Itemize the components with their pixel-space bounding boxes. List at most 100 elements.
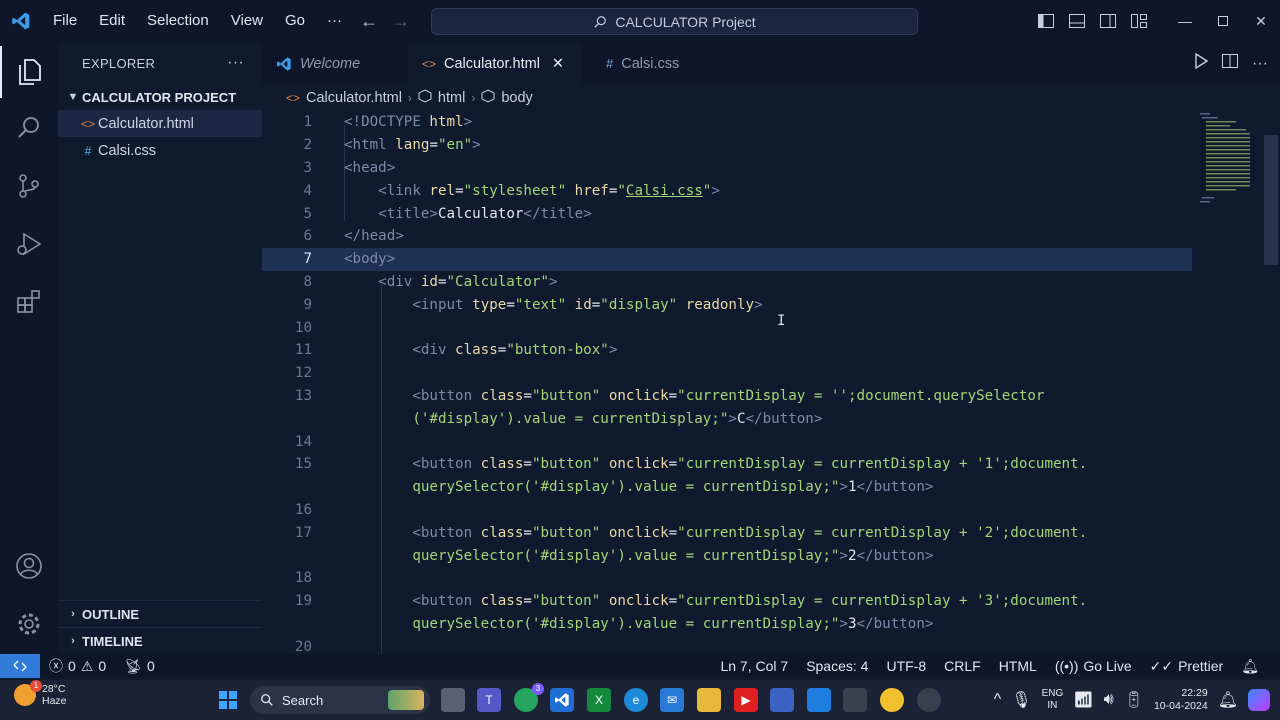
minimize-icon[interactable]: —: [1166, 0, 1204, 42]
language-mode[interactable]: HTML: [990, 658, 1046, 674]
outline-section[interactable]: › OUTLINE: [58, 600, 262, 627]
breadcrumb-item-file[interactable]: Calculator.html: [306, 90, 402, 106]
xbox-icon[interactable]: X: [587, 688, 611, 712]
code-line: 20: [262, 635, 1192, 654]
tok: button: [420, 524, 473, 541]
ports-indicator[interactable]: 📡︎ 0: [115, 658, 164, 675]
tok: html: [420, 114, 464, 131]
tok: "text": [514, 296, 567, 313]
battery-icon[interactable]: 🔋︎: [1124, 690, 1144, 710]
code-line: 12: [262, 362, 1192, 385]
tok: >: [924, 547, 934, 564]
menu-view[interactable]: View: [220, 0, 274, 42]
close-tab-icon[interactable]: ✕: [552, 56, 564, 72]
indentation[interactable]: Spaces: 4: [797, 658, 877, 674]
line-number: 15: [294, 456, 312, 473]
cursor-position[interactable]: Ln 7, Col 7: [711, 658, 797, 674]
prettier-button[interactable]: ✓✓ Prettier: [1141, 658, 1233, 675]
line-number: 12: [294, 365, 312, 382]
code-line: 9 <input type="text" id="display" readon…: [262, 293, 1192, 316]
volume-icon[interactable]: 🔊︎: [1104, 691, 1114, 709]
html-file-icon: <>: [422, 56, 437, 71]
mail-icon[interactable]: ✉: [660, 688, 684, 712]
maximize-icon[interactable]: [1204, 0, 1242, 42]
customize-layout-icon[interactable]: [1123, 0, 1154, 42]
run-debug-icon[interactable]: [0, 218, 58, 270]
explorer-more-icon[interactable]: ···: [227, 54, 244, 72]
breadcrumb-item-html[interactable]: html: [438, 90, 465, 106]
task-view-icon[interactable]: [441, 688, 465, 712]
tok[interactable]: Calsi.css: [626, 183, 703, 199]
run-icon[interactable]: [1194, 52, 1209, 74]
tok: <: [344, 159, 353, 176]
menu-file[interactable]: File: [42, 0, 88, 42]
teams-icon[interactable]: T: [477, 688, 501, 712]
file-item-calculator-html[interactable]: <> Calculator.html: [58, 110, 262, 137]
notification-bell-icon[interactable]: 🔔︎: [1218, 690, 1238, 710]
edge-icon[interactable]: e: [624, 688, 648, 712]
code-editor[interactable]: 1 <!DOCTYPE html> 2 <html lang="en"> 3 <…: [262, 111, 1280, 654]
problems-indicator[interactable]: ⓧ 0 ⚠ 0: [40, 656, 115, 676]
toggle-sidebar-icon[interactable]: [1030, 0, 1061, 42]
whatsapp-icon[interactable]: 3: [514, 683, 544, 712]
clock[interactable]: 22:29 10-04-2024: [1154, 687, 1208, 713]
system-tray: ^ 🎙︎ ENG IN 📶︎ 🔊︎ 🔋︎ 22:29 10-04-2024 🔔︎: [994, 680, 1280, 720]
tray-chevron-up-icon[interactable]: ^: [994, 691, 1002, 709]
copilot-icon[interactable]: [1248, 689, 1270, 711]
weather-widget[interactable]: 1 28°C Haze: [14, 680, 67, 707]
close-window-icon[interactable]: ✕: [1242, 0, 1280, 42]
vscode-taskbar-icon[interactable]: [550, 688, 574, 712]
app-icon[interactable]: [843, 688, 867, 712]
explorer-icon[interactable]: [0, 46, 58, 98]
tok: =: [668, 524, 678, 541]
line-number: 13: [294, 387, 312, 404]
tok: button: [420, 387, 473, 404]
tab-calsi-css[interactable]: # Calsi.css: [582, 42, 724, 85]
breadcrumb-item-body[interactable]: body: [501, 90, 532, 106]
minimap[interactable]: [1196, 111, 1256, 221]
back-arrow-icon[interactable]: ←: [360, 11, 378, 32]
toggle-panel-icon[interactable]: [1061, 0, 1092, 42]
accounts-icon[interactable]: [0, 540, 58, 592]
split-editor-icon[interactable]: [1222, 53, 1239, 74]
language-indicator[interactable]: ENG IN: [1042, 688, 1064, 712]
windows-start-icon[interactable]: [216, 688, 240, 712]
menu-go[interactable]: Go: [274, 0, 316, 42]
ports-count: 0: [146, 658, 155, 674]
code-line-wrap: querySelector('#display').value = curren…: [262, 613, 1192, 636]
project-folder[interactable]: ▼ CALCULATOR PROJECT: [58, 84, 262, 110]
search-sidebar-icon[interactable]: [0, 102, 58, 154]
timeline-section[interactable]: › TIMELINE: [58, 627, 262, 654]
youtube-icon[interactable]: ▶: [734, 688, 758, 712]
extensions-icon[interactable]: [0, 276, 58, 328]
menu-selection[interactable]: Selection: [136, 0, 220, 42]
chevron-right-icon: ›: [407, 91, 412, 105]
editor-more-icon[interactable]: ···: [1252, 55, 1268, 73]
line-ending[interactable]: CRLF: [935, 658, 990, 674]
tab-welcome[interactable]: Welcome: [262, 42, 408, 85]
toggle-secondary-sidebar-icon[interactable]: [1092, 0, 1123, 42]
taskbar-search[interactable]: Search: [250, 686, 430, 714]
wifi-icon[interactable]: 📶︎: [1073, 690, 1093, 710]
chrome-icon[interactable]: [880, 688, 904, 712]
remote-indicator-icon[interactable]: [0, 654, 40, 678]
forward-arrow-icon[interactable]: →: [392, 11, 410, 32]
line-number: 18: [294, 570, 312, 587]
notifications-bell-icon[interactable]: 🔔︎: [1232, 658, 1268, 675]
settings-gear-icon[interactable]: [0, 598, 58, 650]
power-automate-icon[interactable]: [770, 688, 794, 712]
microphone-icon[interactable]: 🎙︎: [1011, 690, 1031, 710]
file-item-calsi-css[interactable]: # Calsi.css: [58, 137, 262, 164]
tab-calculator-html[interactable]: <> Calculator.html ✕: [408, 42, 582, 85]
editor-scrollbar[interactable]: [1264, 135, 1278, 265]
menu-more[interactable]: ···: [316, 0, 353, 42]
command-center-search[interactable]: CALCULATOR Project: [431, 8, 918, 35]
chatgpt-icon[interactable]: [917, 688, 941, 712]
source-control-icon[interactable]: [0, 160, 58, 212]
menu-edit[interactable]: Edit: [88, 0, 136, 42]
file-explorer-icon[interactable]: [697, 688, 721, 712]
store-icon[interactable]: [807, 688, 831, 712]
tok: >: [924, 479, 934, 496]
go-live-button[interactable]: ((•)) Go Live: [1046, 658, 1141, 674]
encoding[interactable]: UTF-8: [877, 658, 935, 674]
